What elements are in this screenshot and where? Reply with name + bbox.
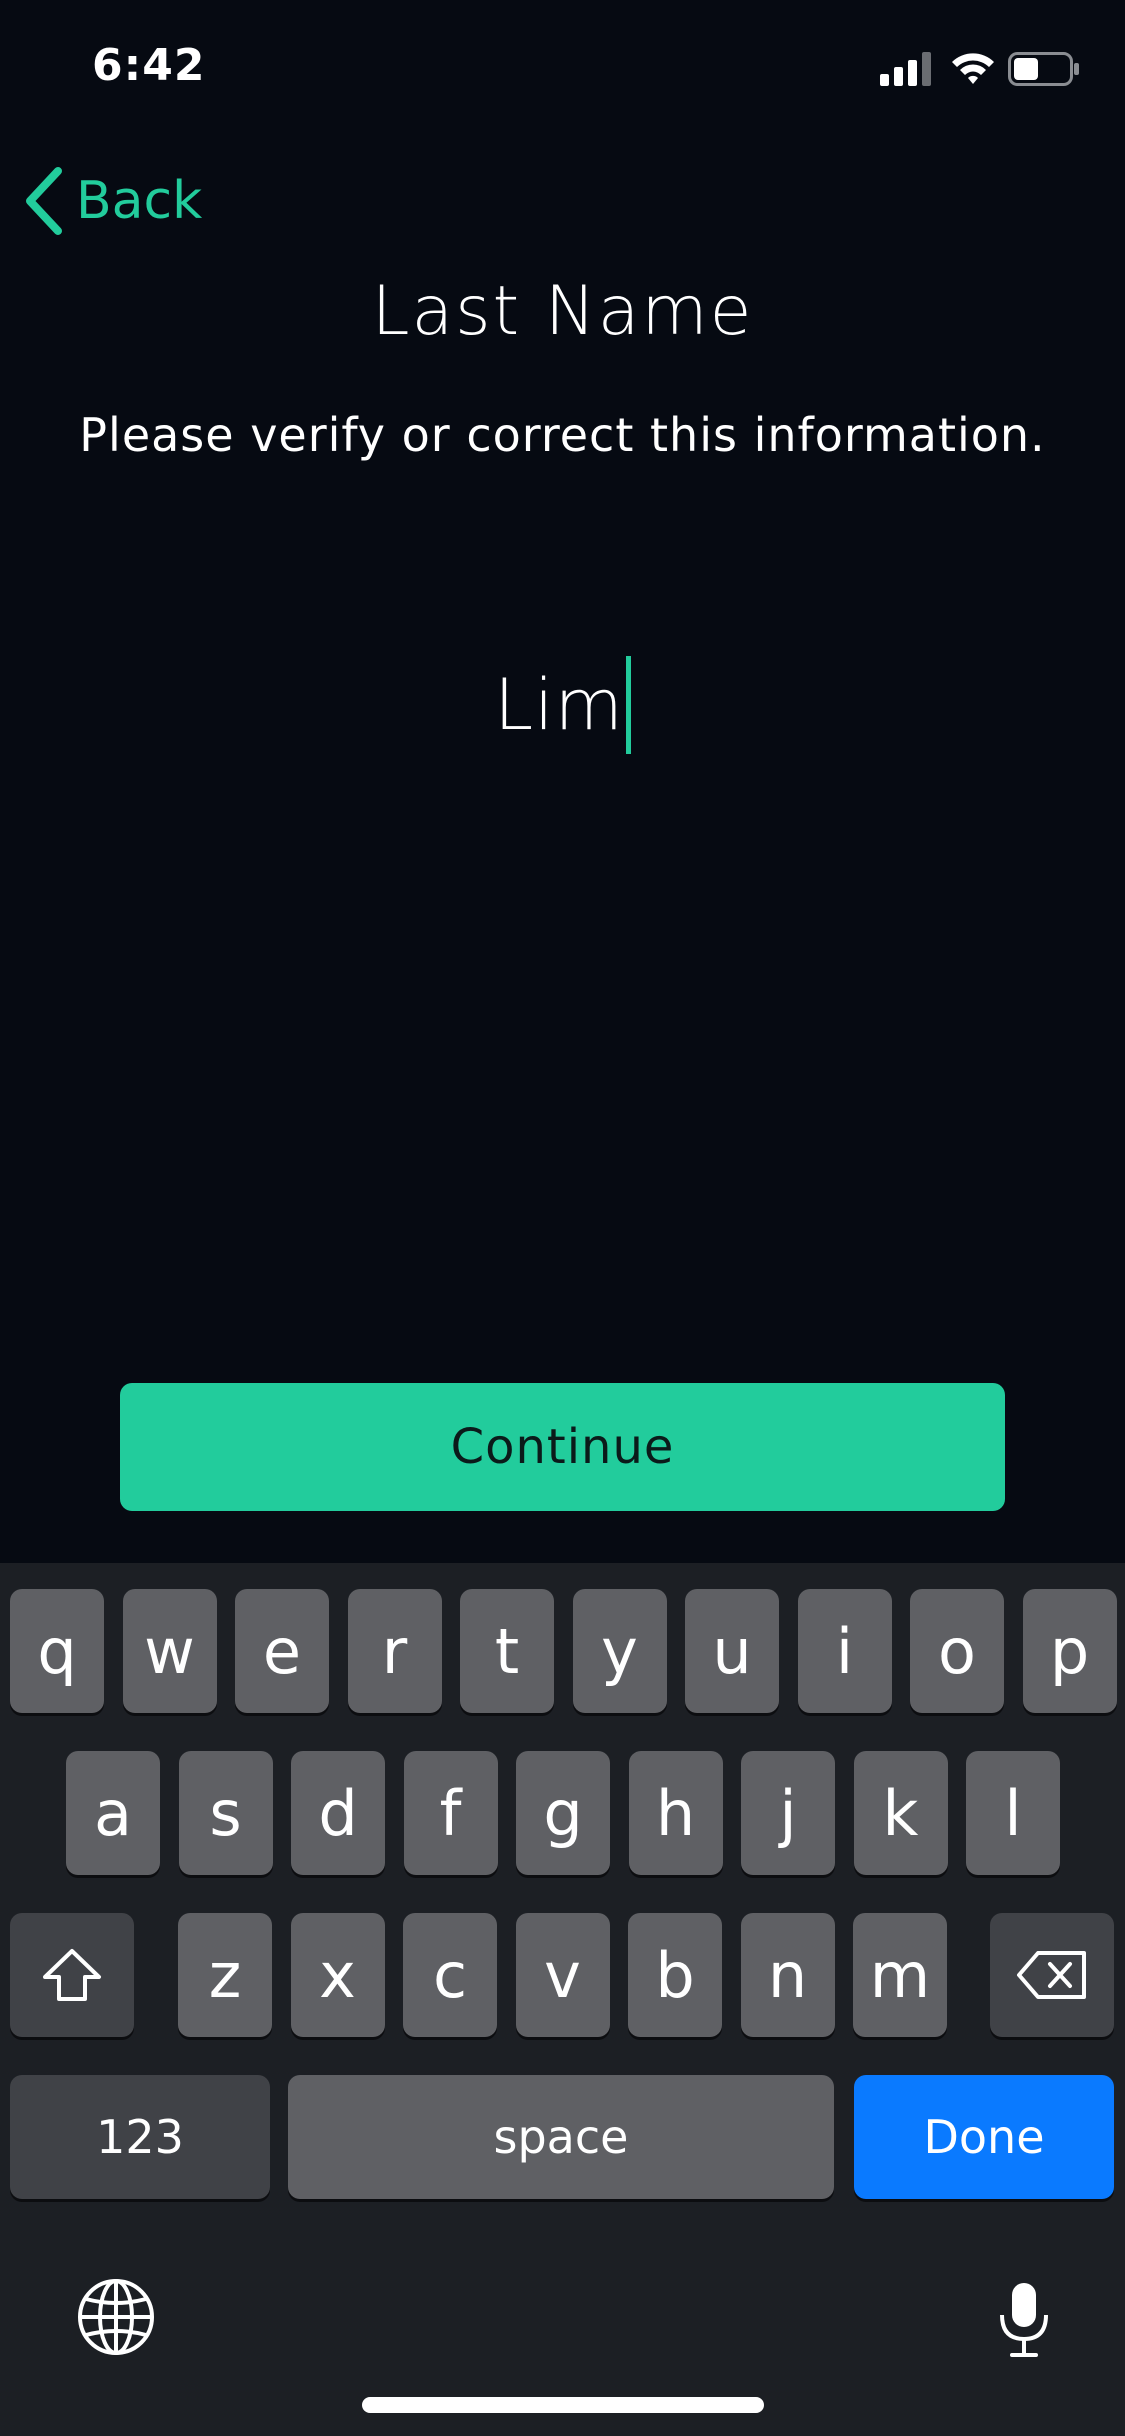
space-key[interactable]: space — [288, 2075, 834, 2199]
key-u[interactable]: u — [685, 1589, 779, 1713]
page-title: Last Name — [371, 272, 754, 351]
last-name-input[interactable]: Lim — [0, 655, 1125, 755]
key-f[interactable]: f — [403, 1751, 498, 1875]
key-n[interactable]: n — [740, 1913, 835, 2037]
continue-label: Continue — [450, 1419, 675, 1475]
key-x[interactable]: x — [290, 1913, 385, 2037]
back-label: Back — [76, 171, 203, 231]
continue-button[interactable]: Continue — [120, 1383, 1005, 1511]
key-z[interactable]: z — [178, 1913, 272, 2037]
done-key[interactable]: Done — [854, 2075, 1114, 2199]
page-subtitle: Please verify or correct this informatio… — [79, 408, 1046, 462]
key-g[interactable]: g — [516, 1751, 610, 1875]
shift-key[interactable] — [10, 1913, 134, 2037]
shift-icon — [43, 1949, 101, 2001]
cellular-signal-icon — [880, 52, 931, 86]
globe-icon[interactable] — [76, 2277, 156, 2357]
key-b[interactable]: b — [628, 1913, 722, 2037]
space-key-label: space — [493, 2110, 629, 2164]
key-l[interactable]: l — [966, 1751, 1060, 1875]
delete-key[interactable] — [990, 1913, 1114, 2037]
chevron-left-icon — [26, 167, 62, 235]
key-i[interactable]: i — [797, 1589, 892, 1713]
backspace-icon — [1017, 1951, 1086, 1999]
key-p[interactable]: p — [1022, 1589, 1117, 1713]
text-caret — [625, 656, 631, 754]
key-y[interactable]: y — [572, 1589, 667, 1713]
battery-icon — [1008, 52, 1079, 86]
key-o[interactable]: o — [910, 1589, 1004, 1713]
key-m[interactable]: m — [853, 1913, 947, 2037]
key-a[interactable]: a — [66, 1751, 160, 1875]
key-r[interactable]: r — [347, 1589, 442, 1713]
key-j[interactable]: j — [741, 1751, 835, 1875]
key-w[interactable]: w — [122, 1589, 217, 1713]
status-time: 6:42 — [92, 40, 206, 91]
key-q[interactable]: q — [10, 1589, 104, 1713]
key-c[interactable]: c — [403, 1913, 497, 2037]
home-indicator — [362, 2397, 764, 2413]
microphone-icon[interactable] — [996, 2281, 1052, 2359]
keyboard: qwertyuiop asdfghjkl zxcvbnm 123 space D… — [0, 1563, 1125, 2436]
back-button[interactable]: Back — [22, 166, 202, 236]
numbers-key-label: 123 — [96, 2110, 184, 2164]
key-d[interactable]: d — [291, 1751, 385, 1875]
last-name-value: Lim — [494, 664, 624, 746]
key-k[interactable]: k — [853, 1751, 948, 1875]
key-h[interactable]: h — [628, 1751, 723, 1875]
wifi-icon — [952, 53, 994, 84]
done-key-label: Done — [923, 2110, 1045, 2164]
key-s[interactable]: s — [178, 1751, 273, 1875]
key-v[interactable]: v — [515, 1913, 610, 2037]
numbers-key[interactable]: 123 — [10, 2075, 270, 2199]
key-e[interactable]: e — [235, 1589, 329, 1713]
key-t[interactable]: t — [460, 1589, 554, 1713]
